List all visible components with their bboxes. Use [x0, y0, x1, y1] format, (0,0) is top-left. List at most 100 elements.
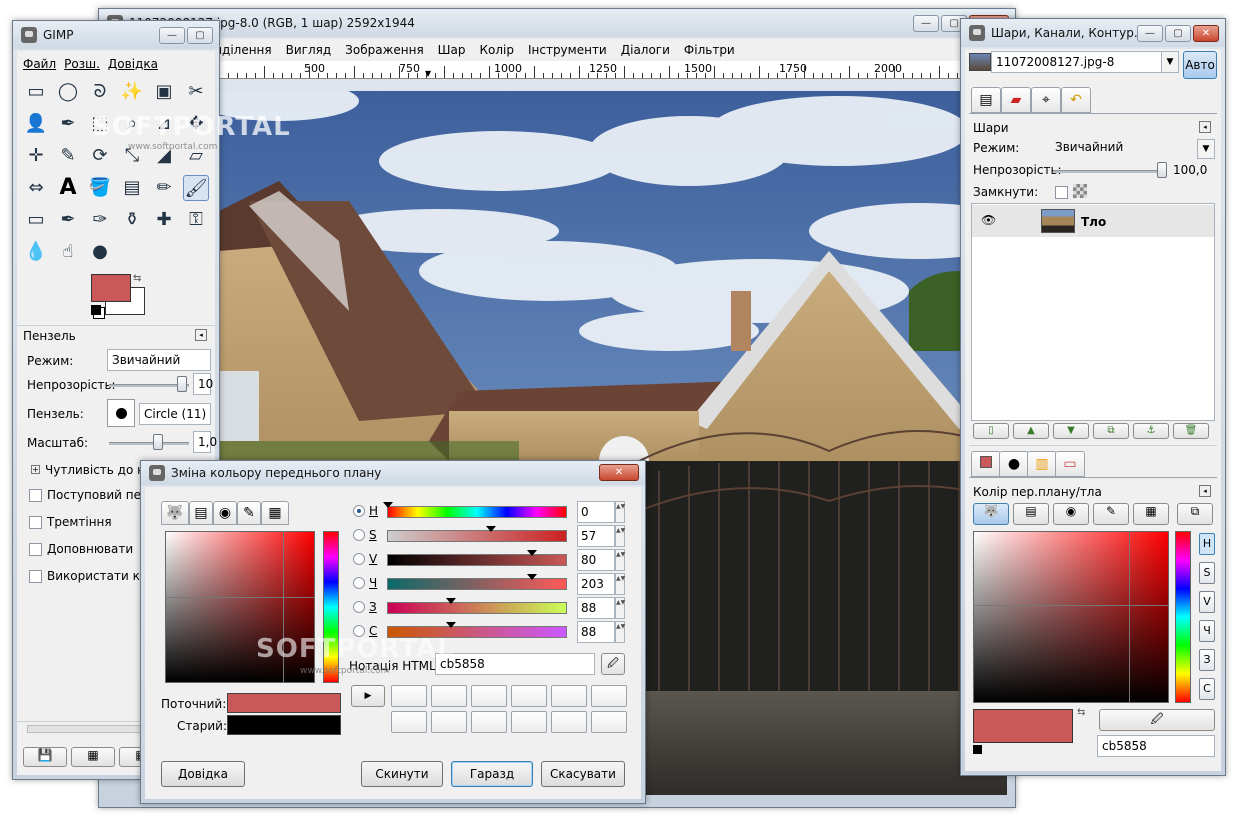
tab-channels[interactable]: ▰	[1001, 87, 1031, 113]
flip-tool-icon[interactable]: ⇔	[23, 175, 49, 201]
mode-select[interactable]: Звичайний	[107, 349, 211, 371]
tab-gradients[interactable]: ▭	[1055, 451, 1085, 477]
channel-radio[interactable]	[353, 505, 365, 517]
panel-menu-icon[interactable]: ◂	[195, 329, 207, 341]
scale-slider-thumb[interactable]	[153, 434, 163, 450]
paths-tool-icon[interactable]: ✒	[55, 111, 81, 137]
tab-layers[interactable]: ▤	[971, 87, 1001, 113]
hex-field[interactable]: cb5858	[1097, 735, 1215, 757]
eraser-tool-icon[interactable]: ▭	[23, 207, 49, 233]
foreground-select-tool-icon[interactable]: 👤	[23, 111, 49, 137]
layer-opacity-thumb[interactable]	[1157, 162, 1167, 178]
opacity-slider-thumb[interactable]	[177, 376, 187, 392]
option-checkbox[interactable]	[29, 516, 42, 529]
gimp-selector-button[interactable]: 🐺	[973, 503, 1009, 525]
raise-layer-button[interactable]: ▲	[1013, 423, 1049, 439]
channel-slider[interactable]	[383, 502, 567, 518]
slider-marker[interactable]	[446, 622, 456, 628]
option-checkbox[interactable]	[29, 489, 42, 502]
palette-selector-button[interactable]: ▦	[1133, 503, 1169, 525]
brush-preview[interactable]	[107, 399, 135, 427]
tab-patterns[interactable]: ▥	[1027, 451, 1057, 477]
eyedropper-button[interactable]: 🖉	[601, 653, 625, 675]
layer-mode-select[interactable]: Звичайний	[1051, 137, 1197, 159]
spin-arrows[interactable]: ▲▼	[615, 621, 625, 643]
history-swatch[interactable]	[591, 685, 627, 707]
default-colors-icon[interactable]	[91, 305, 101, 315]
lasso-tool-icon[interactable]: ᘐ	[87, 79, 113, 105]
default-colors-icon[interactable]	[973, 745, 982, 754]
foreground-color-swatch[interactable]	[91, 274, 131, 302]
layers-titlebar[interactable]: Шари, Канали, Контур... — ▢ ✕	[961, 19, 1225, 47]
rotate-tool-icon[interactable]: ⟳	[87, 143, 113, 169]
channel-button[interactable]: Н	[1199, 533, 1215, 555]
save-options-button[interactable]: 💾	[23, 747, 67, 767]
html-notation-field[interactable]: cb5858	[435, 653, 595, 675]
eye-icon[interactable]: 👁	[981, 213, 996, 227]
tab-undo[interactable]: ↶	[1061, 87, 1091, 113]
channel-radio[interactable]	[353, 553, 365, 565]
slider-marker[interactable]	[527, 574, 537, 580]
channel-radio[interactable]	[353, 529, 365, 541]
opacity-value[interactable]: 10	[193, 373, 213, 395]
swap-colors-icon[interactable]: ⇆	[1077, 707, 1085, 718]
layer-opacity-value[interactable]: 100,0	[1173, 163, 1207, 177]
layer-name[interactable]: Тло	[1081, 215, 1106, 229]
option-checkbox[interactable]	[29, 570, 42, 583]
tab-paths[interactable]: ⌖	[1031, 87, 1061, 113]
color-dialog-titlebar[interactable]: Зміна кольору переднього плану ✕	[141, 461, 645, 485]
expand-icon[interactable]: +	[31, 465, 40, 474]
image-window-titlebar[interactable]: 11072008127.jpg-8.0 (RGB, 1 шар) 2592x19…	[99, 9, 1015, 37]
menu-item[interactable]: Інструменти	[521, 43, 614, 57]
close-button[interactable]: ✕	[599, 464, 639, 481]
tab-brushes[interactable]: ●	[999, 451, 1029, 477]
history-swatch[interactable]	[511, 711, 547, 733]
scissors-tool-icon[interactable]: ✂	[183, 79, 209, 105]
panel-menu-icon[interactable]: ◂	[1199, 485, 1211, 497]
checker-icon[interactable]	[1073, 184, 1087, 198]
spin-arrows[interactable]: ▲▼	[615, 573, 625, 595]
tab-gimp-selector[interactable]: 🐺	[161, 501, 189, 525]
channel-value[interactable]: 88	[577, 597, 615, 619]
minimize-button[interactable]: —	[913, 15, 939, 32]
align-tool-icon[interactable]: ✛	[23, 143, 49, 169]
spin-arrows[interactable]: ▲▼	[615, 501, 625, 523]
history-swatch[interactable]	[551, 685, 587, 707]
slider-marker[interactable]	[446, 598, 456, 604]
option-checkbox[interactable]	[29, 543, 42, 556]
text-tool-icon[interactable]: A	[55, 175, 81, 201]
perspective-clone-tool-icon[interactable]: ⚿	[183, 207, 209, 233]
channel-slider[interactable]	[387, 550, 567, 566]
add-history-button[interactable]: ▶	[351, 685, 385, 707]
airbrush-tool-icon[interactable]: ✒	[55, 207, 81, 233]
color-square[interactable]	[973, 531, 1169, 703]
ok-button[interactable]: Гаразд	[451, 761, 533, 787]
bucket-fill-tool-icon[interactable]: 🪣	[87, 175, 113, 201]
ink-tool-icon[interactable]: ✑	[87, 207, 113, 233]
watercolor-selector-button[interactable]: ✎	[1093, 503, 1129, 525]
tab-watercolor-selector[interactable]: ✎	[237, 501, 261, 525]
menu-item[interactable]: Довідка	[108, 57, 166, 71]
dodge-burn-tool-icon[interactable]: ●	[87, 239, 113, 265]
channel-button[interactable]: Ч	[1199, 620, 1215, 642]
slider-marker[interactable]	[383, 502, 393, 508]
spin-arrows[interactable]: ▲▼	[615, 525, 625, 547]
image-select[interactable]: 11072008127.jpg-8	[991, 51, 1161, 73]
maximize-button[interactable]: ▢	[187, 27, 213, 44]
reset-button[interactable]: Скинути	[361, 761, 443, 787]
menu-item[interactable]: Файл	[23, 57, 64, 71]
maximize-button[interactable]: ▢	[1165, 25, 1191, 42]
layer-opacity-slider[interactable]	[1053, 170, 1163, 173]
blend-tool-icon[interactable]: ▤	[119, 175, 145, 201]
history-swatch[interactable]	[591, 711, 627, 733]
scale-slider[interactable]	[109, 442, 189, 445]
minimize-button[interactable]: —	[1137, 25, 1163, 42]
spin-arrows[interactable]: ▲▼	[615, 549, 625, 571]
auto-button[interactable]: Авто	[1183, 51, 1217, 79]
channel-button[interactable]: S	[1199, 562, 1215, 584]
channel-radio[interactable]	[353, 577, 365, 589]
minimize-button[interactable]: —	[159, 27, 185, 44]
history-swatch[interactable]	[391, 711, 427, 733]
channel-slider[interactable]	[387, 526, 567, 542]
delete-layer-button[interactable]: 🗑	[1173, 423, 1209, 439]
